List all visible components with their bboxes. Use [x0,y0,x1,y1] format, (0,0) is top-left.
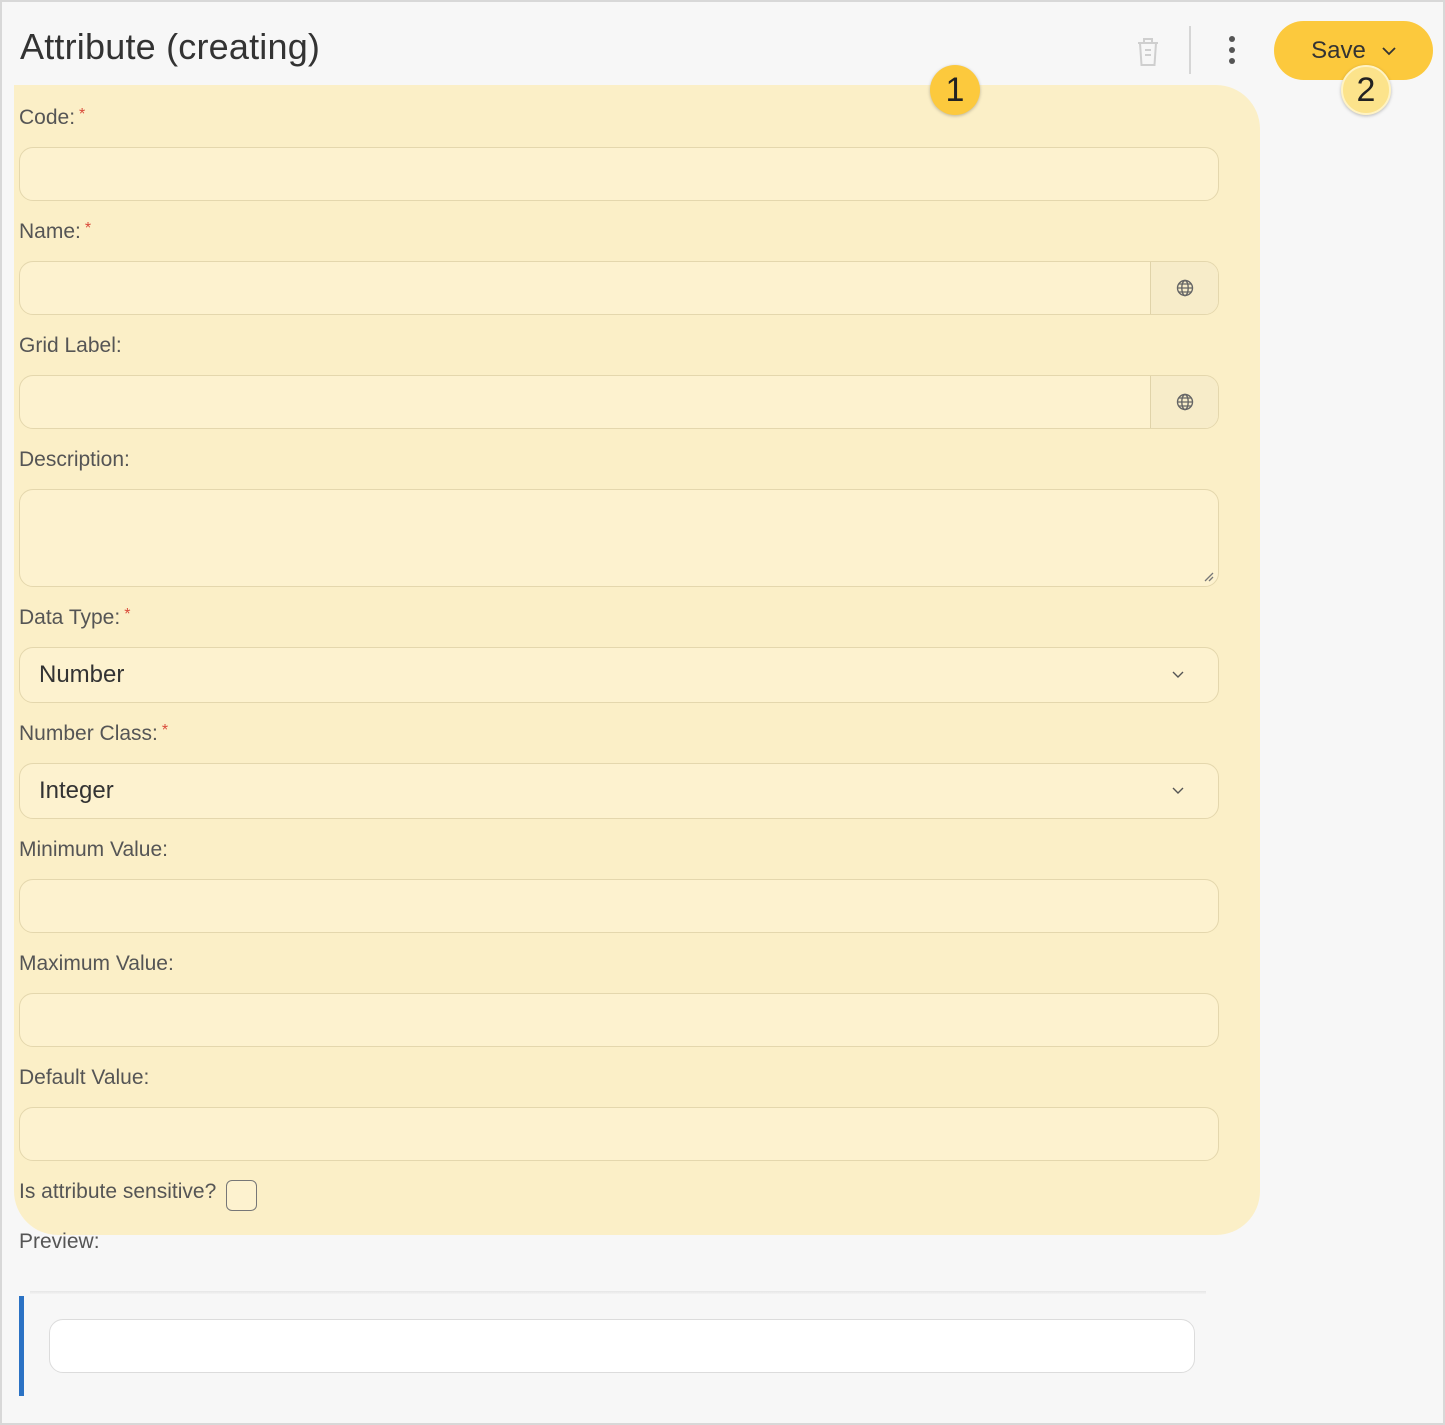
annotation-badge-1: 1 [930,65,980,115]
trash-icon[interactable] [1133,34,1163,68]
grid-label-input[interactable] [19,375,1219,429]
grid-label-label: Grid Label: [19,334,122,357]
data-type-value: Number [39,661,125,688]
required-marker: * [124,606,131,623]
number-class-select[interactable]: Integer [19,763,1219,819]
preview-label: Preview: [19,1230,100,1253]
code-input[interactable] [19,147,1219,201]
annotation-badge-2: 2 [1341,65,1391,115]
sensitive-label: Is attribute sensitive? [19,1180,217,1203]
chevron-down-icon [1172,671,1184,678]
name-translate-button[interactable] [1150,262,1218,314]
description-label: Description: [19,448,130,471]
minimum-value-input[interactable] [19,879,1219,933]
maximum-value-label: Maximum Value: [19,952,174,975]
default-value-input[interactable] [19,1107,1219,1161]
globe-icon [1176,279,1193,297]
required-marker: * [161,722,169,739]
code-label: Code: * [19,106,86,129]
minimum-value-label: Minimum Value: [19,838,168,861]
toolbar-divider [1189,26,1191,74]
name-input[interactable] [19,261,1219,315]
chevron-down-icon [1172,787,1184,794]
sensitive-checkbox[interactable] [226,1180,257,1211]
required-marker: * [79,106,86,123]
name-label: Name: * [19,220,92,243]
required-marker: * [84,220,92,237]
chevron-down-icon [1382,46,1396,55]
save-button-label: Save [1311,36,1366,64]
data-type-label: Data Type: * [19,606,131,629]
preview-divider [30,1291,1206,1294]
kebab-menu-icon[interactable] [1222,34,1242,66]
number-class-value: Integer [39,777,114,804]
globe-icon [1176,393,1193,411]
default-value-label: Default Value: [19,1066,150,1089]
data-type-select[interactable]: Number [19,647,1219,703]
grid-label-translate-button[interactable] [1150,376,1218,428]
resize-handle-icon[interactable] [1202,570,1214,582]
description-textarea[interactable] [19,489,1219,587]
page-title: Attribute (creating) [20,26,321,67]
preview-accent-bar [19,1296,24,1396]
number-class-label: Number Class: * [19,722,169,745]
preview-input[interactable] [49,1319,1195,1373]
maximum-value-input[interactable] [19,993,1219,1047]
